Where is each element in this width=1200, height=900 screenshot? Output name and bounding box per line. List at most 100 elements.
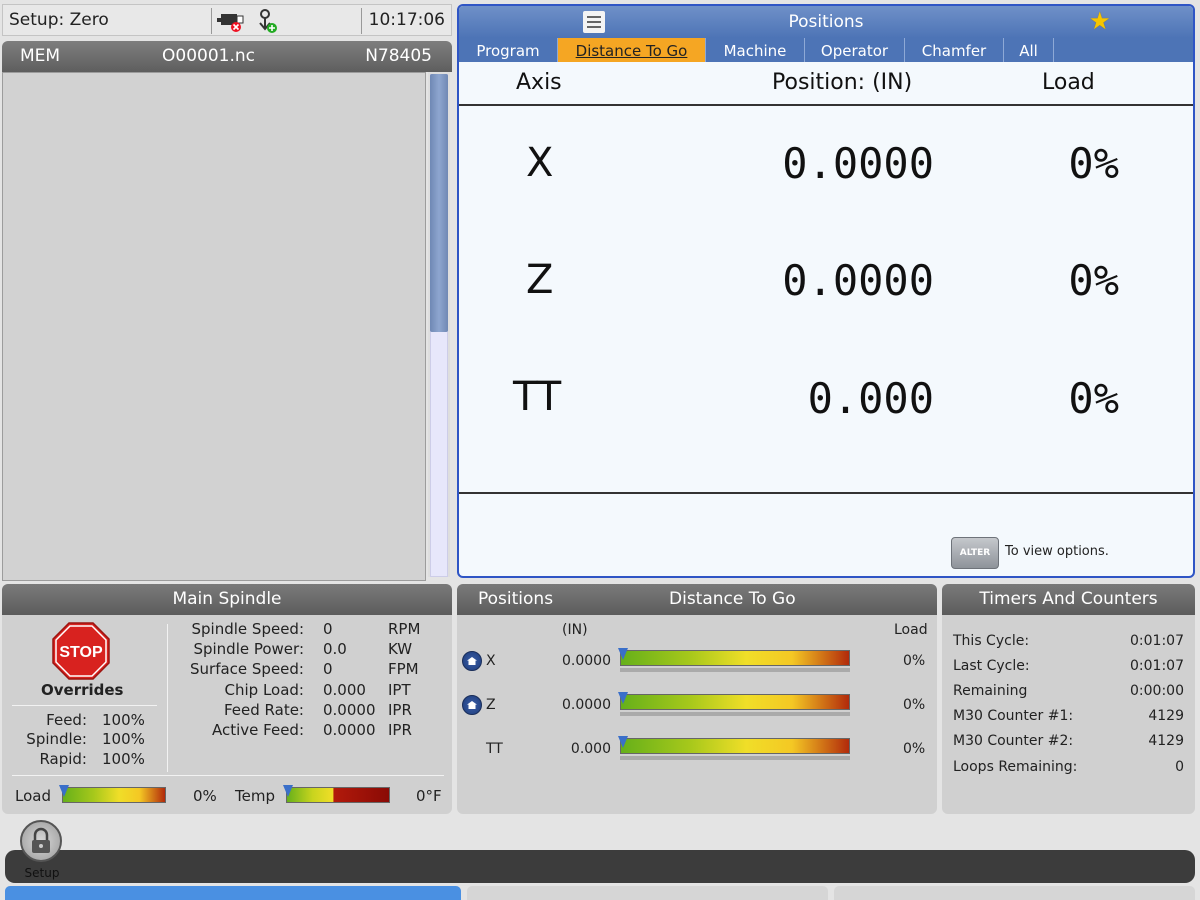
divider [167, 624, 168, 772]
distance-to-go-header: Positions Distance To Go [457, 584, 937, 615]
dtg-load: 0% [903, 653, 926, 669]
override-value: 100% [102, 730, 145, 748]
dtg-load-marker [618, 648, 628, 660]
override-label: Feed: [46, 711, 87, 729]
timers-counters-panel: Timers And Counters This Cycle: 0:01:07 … [942, 584, 1195, 814]
axis-load: 0% [1068, 374, 1119, 423]
clock: 10:17:06 [368, 10, 445, 30]
tab-distance-to-go[interactable]: Distance To Go [558, 38, 706, 62]
scrollbar-thumb[interactable] [430, 74, 448, 332]
program-file: O00001.nc [162, 46, 255, 66]
override-value: 100% [102, 711, 145, 729]
status-bar: Setup: Zero 10:17:06 [2, 4, 452, 36]
alter-button[interactable]: ALTER [951, 537, 999, 569]
input-tab[interactable] [5, 886, 461, 900]
divider [12, 775, 444, 776]
bar-shadow [620, 756, 850, 760]
spindle-temp-bar [286, 787, 390, 803]
bar-shadow [620, 712, 850, 716]
bottom-tab[interactable] [467, 886, 828, 900]
spindle-load-value: 0% [193, 787, 217, 805]
axis-label: Z [526, 257, 554, 303]
program-header: MEM O00001.nc N78405 [2, 41, 452, 72]
readout-label: Feed Rate: [223, 701, 304, 719]
dtg-load-marker [618, 736, 628, 748]
readout-value: 0.0000 [323, 701, 376, 719]
dtg-title-left: Positions [478, 589, 554, 609]
setup-label: Setup [24, 866, 60, 880]
readout-label: Active Feed: [211, 721, 304, 739]
readout-label: Chip Load: [224, 681, 304, 699]
stop-sign-icon: STOP [52, 622, 110, 680]
readout-unit: KW [388, 640, 413, 658]
mode-label: Setup: Zero [9, 10, 109, 30]
dtg-unit-label: (IN) [562, 622, 588, 638]
counter-value: 4129 [1148, 708, 1184, 724]
readout-value: 0.0 [323, 640, 347, 658]
readout-value: 0 [323, 620, 333, 638]
readout-value: 0.000 [323, 681, 366, 699]
menu-icon[interactable] [583, 11, 605, 33]
counter-label: Loops Remaining: [953, 759, 1078, 775]
readout-unit: RPM [388, 620, 421, 638]
setup-lock-button[interactable] [20, 820, 62, 862]
spindle-temp-marker [283, 785, 293, 797]
tab-chamfer[interactable]: Chamfer [905, 38, 1004, 62]
footer-divider [459, 492, 1193, 494]
tab-operator[interactable]: Operator [805, 38, 905, 62]
counter-value: 0 [1175, 759, 1184, 775]
program-block: N78405 [365, 46, 432, 66]
dtg-title-right: Distance To Go [669, 589, 796, 609]
timer-label: Last Cycle: [953, 658, 1030, 674]
divider [12, 705, 157, 706]
readout-unit: IPR [388, 701, 412, 719]
bottom-tab[interactable] [834, 886, 1195, 900]
spindle-temp-label: Temp [235, 787, 275, 805]
position-tabs: Program Distance To Go Machine Operator … [459, 38, 1193, 62]
header-divider [459, 104, 1193, 106]
dtg-axis: X [486, 653, 496, 669]
dtg-load: 0% [903, 741, 926, 757]
position-column-header: Position: (IN) [772, 70, 913, 95]
timers-title: Timers And Counters [942, 584, 1195, 615]
timer-value: 0:00:00 [1130, 683, 1184, 699]
alter-hint: To view options. [1005, 544, 1109, 559]
dtg-load-marker [618, 692, 628, 704]
program-display[interactable] [2, 72, 426, 581]
timer-label: Remaining [953, 683, 1028, 699]
dtg-load-bar [620, 694, 850, 710]
dtg-load-bar [620, 738, 850, 754]
positions-title: Positions [788, 12, 864, 32]
main-spindle-panel: Main Spindle STOP Overrides Feed: 100% S… [2, 584, 452, 814]
spindle-load-label: Load [15, 787, 51, 805]
axis-load: 0% [1068, 256, 1119, 305]
home-icon[interactable] [462, 651, 482, 671]
readout-label: Surface Speed: [190, 660, 304, 678]
counter-label: M30 Counter #2: [953, 733, 1074, 749]
axis-position: 0.0000 [782, 139, 934, 188]
home-icon[interactable] [462, 695, 482, 715]
dtg-axis: Z [486, 697, 496, 713]
memory-card-icon [217, 14, 244, 32]
spindle-load-bar [62, 787, 166, 803]
tab-all[interactable]: All [1004, 38, 1054, 62]
axis-label: TT [513, 374, 562, 420]
readout-unit: FPM [388, 660, 419, 678]
tab-program[interactable]: Program [459, 38, 558, 62]
tab-machine[interactable]: Machine [706, 38, 805, 62]
star-icon[interactable]: ★ [1089, 9, 1111, 33]
spindle-temp-value: 0°F [416, 787, 442, 805]
lock-icon [32, 827, 50, 853]
dtg-value: 0.0000 [562, 697, 611, 713]
readout-label: Spindle Speed: [191, 620, 304, 638]
override-label: Spindle: [26, 730, 87, 748]
program-device: MEM [20, 46, 61, 66]
dtg-axis: TT [486, 741, 503, 757]
main-spindle-title: Main Spindle [2, 584, 452, 615]
load-column-header: Load [1042, 70, 1095, 95]
readout-unit: IPT [388, 681, 411, 699]
stop-label: STOP [59, 644, 103, 661]
counter-value: 4129 [1148, 733, 1184, 749]
axis-position: 0.000 [807, 374, 934, 423]
readout-unit: IPR [388, 721, 412, 739]
